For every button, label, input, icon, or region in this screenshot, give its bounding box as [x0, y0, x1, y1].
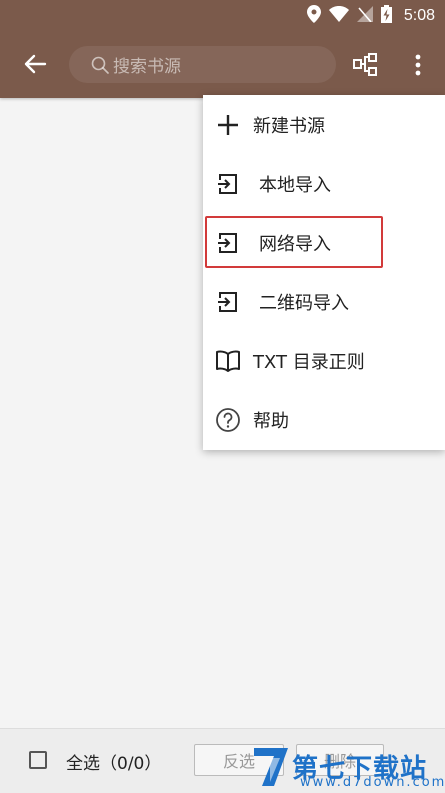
- import-icon: [215, 230, 241, 256]
- app-bar: 5:08 搜索书源: [0, 0, 445, 98]
- book-icon: [215, 348, 241, 374]
- search-placeholder: 搜索书源: [113, 57, 181, 77]
- battery-charging-icon: [380, 5, 392, 27]
- menu-item-label: 帮助: [253, 410, 289, 432]
- group-icon: [353, 53, 377, 76]
- search-input[interactable]: 搜索书源: [69, 46, 336, 83]
- arrow-left-icon: [24, 54, 47, 74]
- group-button[interactable]: [352, 52, 380, 78]
- menu-item-network-import[interactable]: 网络导入: [203, 213, 445, 272]
- menu-item-label: 新建书源: [253, 115, 325, 137]
- menu-item-help[interactable]: 帮助: [203, 390, 445, 449]
- watermark-logo: [254, 748, 288, 786]
- back-button[interactable]: [20, 50, 50, 78]
- menu-item-qrcode-import[interactable]: 二维码导入: [203, 272, 445, 331]
- watermark-url: www.d7down.com: [300, 775, 445, 790]
- menu-item-local-import[interactable]: 本地导入: [203, 154, 445, 213]
- select-all-label: 全选（0/0）: [66, 754, 162, 774]
- search-icon: [91, 56, 109, 74]
- status-time: 5:08: [403, 7, 435, 24]
- location-icon: [306, 5, 321, 27]
- overflow-menu: 新建书源 本地导入 网络导入 二维码导入 TXT 目录正则 帮助: [203, 95, 445, 450]
- more-vert-icon: [415, 54, 421, 76]
- plus-icon: [215, 112, 241, 138]
- import-icon: [215, 171, 241, 197]
- help-icon: [215, 407, 241, 433]
- menu-item-label: 网络导入: [259, 233, 331, 255]
- no-signal-icon: [356, 6, 373, 26]
- watermark: 第七下载站 www.d7down.com: [250, 740, 445, 792]
- status-bar: 5:08: [306, 4, 435, 28]
- menu-item-label: 本地导入: [259, 174, 331, 196]
- menu-item-txt-toc-rule[interactable]: TXT 目录正则: [203, 331, 445, 390]
- select-all-checkbox[interactable]: [29, 751, 47, 769]
- wifi-icon: [328, 6, 349, 26]
- more-options-button[interactable]: [408, 52, 428, 78]
- menu-item-label: 二维码导入: [259, 292, 349, 314]
- import-icon: [215, 289, 241, 315]
- menu-item-label: TXT 目录正则: [253, 351, 365, 373]
- menu-item-new-source[interactable]: 新建书源: [203, 95, 445, 154]
